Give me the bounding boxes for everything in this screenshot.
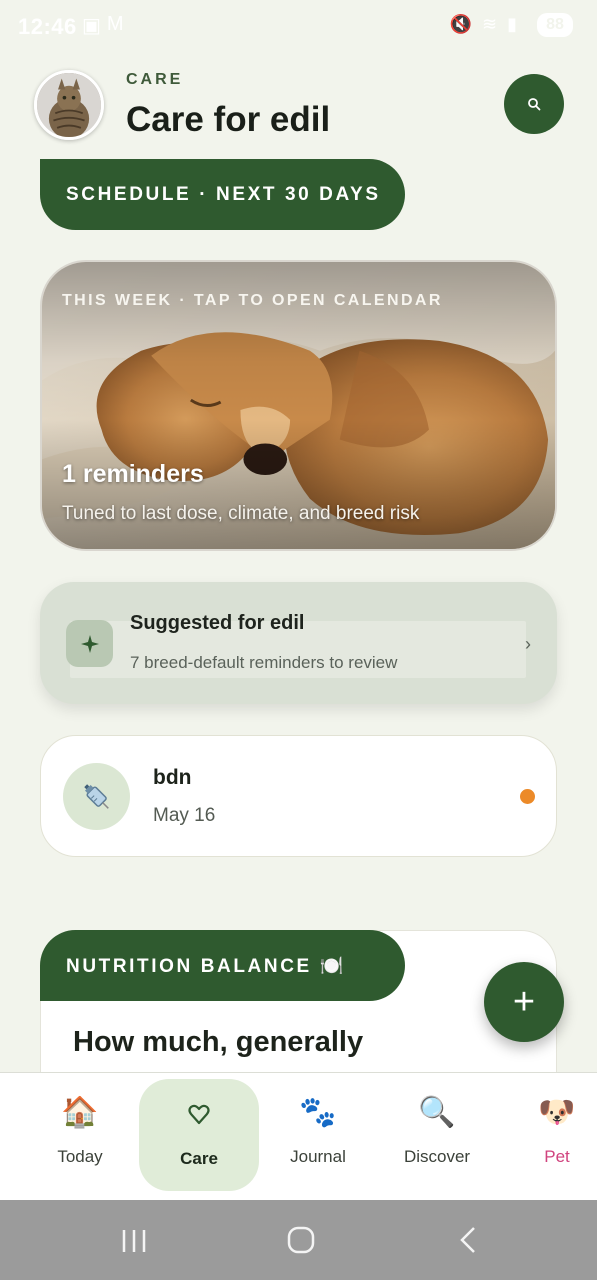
chevron-right-icon: ›: [525, 634, 531, 654]
nav-label-discover: Discover: [403, 1147, 471, 1166]
home-icon: 🏠: [61, 1096, 99, 1129]
magnifier-icon: 🔍: [418, 1096, 456, 1129]
back-button[interactable]: [456, 1220, 480, 1260]
back-chevron-icon: [460, 1227, 475, 1253]
heart-icon: [139, 1093, 259, 1133]
nav-discover[interactable]: 🔍 Discover: [377, 1079, 497, 1191]
wifi-icon: ≋: [482, 14, 498, 34]
reminder-count: 1 reminders: [62, 460, 204, 488]
status-time: 12:46: [18, 14, 77, 39]
page-kicker: CARE: [126, 71, 184, 88]
hero-subtitle: Tuned to last dose, climate, and breed r…: [62, 503, 420, 524]
system-navigation-bar: [0, 1200, 597, 1280]
reminder-title: bdn: [153, 766, 192, 789]
status-dot: [520, 789, 535, 804]
syringe-icon: [63, 763, 130, 830]
search-icon: [528, 98, 541, 111]
status-bar: 12:46 ▣ M 🔇 ≋ ▮ 88: [0, 0, 597, 54]
reminder-card[interactable]: bdn May 16: [40, 735, 557, 857]
signal-icon: ▮: [507, 14, 517, 34]
suggested-reminders-card[interactable]: Suggested for edil 7 breed-default remin…: [40, 582, 557, 704]
reminder-date: May 16: [153, 805, 216, 826]
mute-icon: 🔇: [449, 14, 472, 34]
cat-photo-icon: [37, 73, 101, 137]
battery-indicator: 88: [537, 13, 573, 37]
schedule-section-banner: SCHEDULE · NEXT 30 DAYS: [40, 159, 405, 230]
suggested-title: Suggested for edil: [130, 612, 305, 634]
add-reminder-button[interactable]: +: [484, 962, 564, 1042]
bottom-navigation: 🏠 Today Care 🐾 Journal 🔍 Discover 🐶 Pet: [0, 1072, 597, 1200]
nav-today[interactable]: 🏠 Today: [20, 1079, 140, 1191]
paw-prints-icon: 🐾: [299, 1096, 337, 1129]
nutrition-section-banner: NUTRITION BALANCE 🍽️: [40, 930, 405, 1001]
dog-face-icon: 🐶: [538, 1096, 576, 1129]
home-button[interactable]: [286, 1220, 316, 1260]
suggested-subtitle: 7 breed-default reminders to review: [130, 653, 398, 672]
recent-apps-button[interactable]: [120, 1220, 148, 1260]
hero-kicker: THIS WEEK · TAP TO OPEN CALENDAR: [62, 292, 443, 309]
search-button[interactable]: [504, 74, 564, 134]
home-circle-icon: [287, 1226, 315, 1254]
nav-label-journal: Journal: [290, 1147, 346, 1166]
sparkle-icon: [66, 620, 113, 667]
nav-label-today: Today: [57, 1147, 103, 1166]
nav-label-pet: Pet: [544, 1147, 570, 1166]
nav-care[interactable]: Care: [139, 1079, 259, 1191]
nav-label-care: Care: [180, 1149, 218, 1168]
nav-pet[interactable]: 🐶 Pet: [497, 1079, 597, 1191]
screenshot-icon: ▣: [82, 15, 101, 37]
pet-avatar[interactable]: [34, 70, 104, 140]
nutrition-heading: How much, generally: [73, 1026, 364, 1058]
week-calendar-card[interactable]: THIS WEEK · TAP TO OPEN CALENDAR 1 remin…: [40, 260, 557, 551]
gmail-icon: M: [106, 13, 124, 35]
system-icons: 🔇 ≋ ▮: [450, 14, 517, 35]
page-title: Care for edil: [126, 100, 331, 139]
recent-apps-icon: [122, 1230, 146, 1252]
nav-journal[interactable]: 🐾 Journal: [258, 1079, 378, 1191]
notification-icons: ▣ M: [82, 13, 124, 38]
